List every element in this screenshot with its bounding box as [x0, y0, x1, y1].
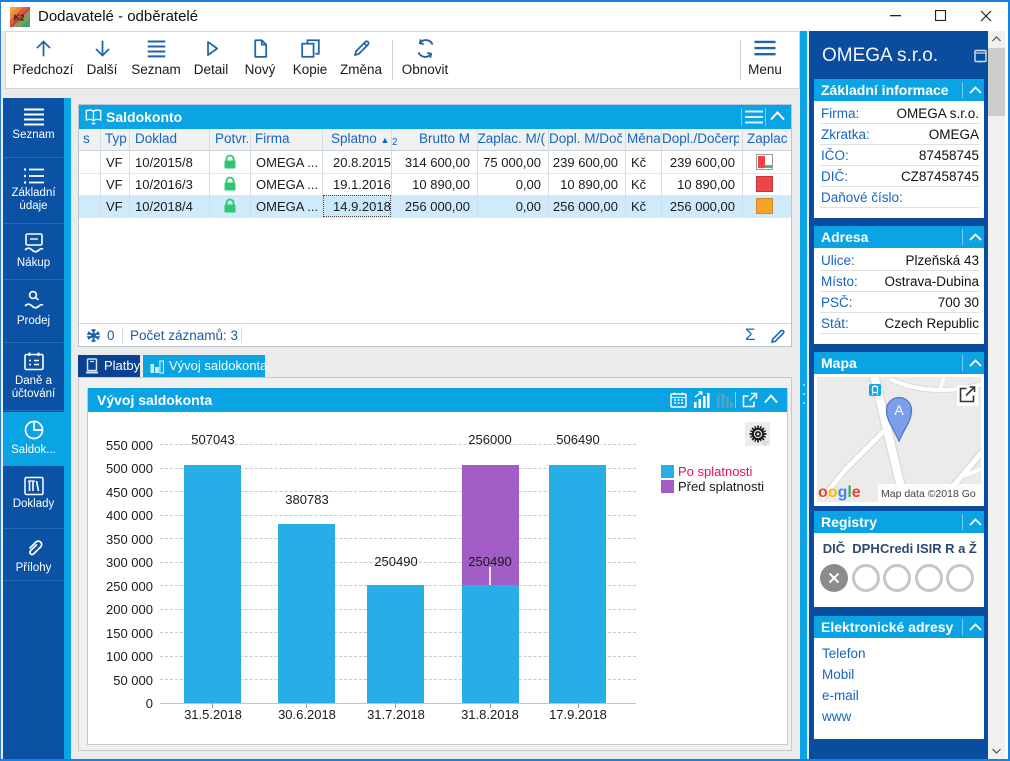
svg-text:K2: K2 [14, 13, 25, 23]
svg-text:Map data ©2018 Go: Map data ©2018 Go [881, 488, 976, 500]
svg-text:oogle: oogle [818, 484, 861, 501]
svg-text:A: A [894, 402, 904, 418]
